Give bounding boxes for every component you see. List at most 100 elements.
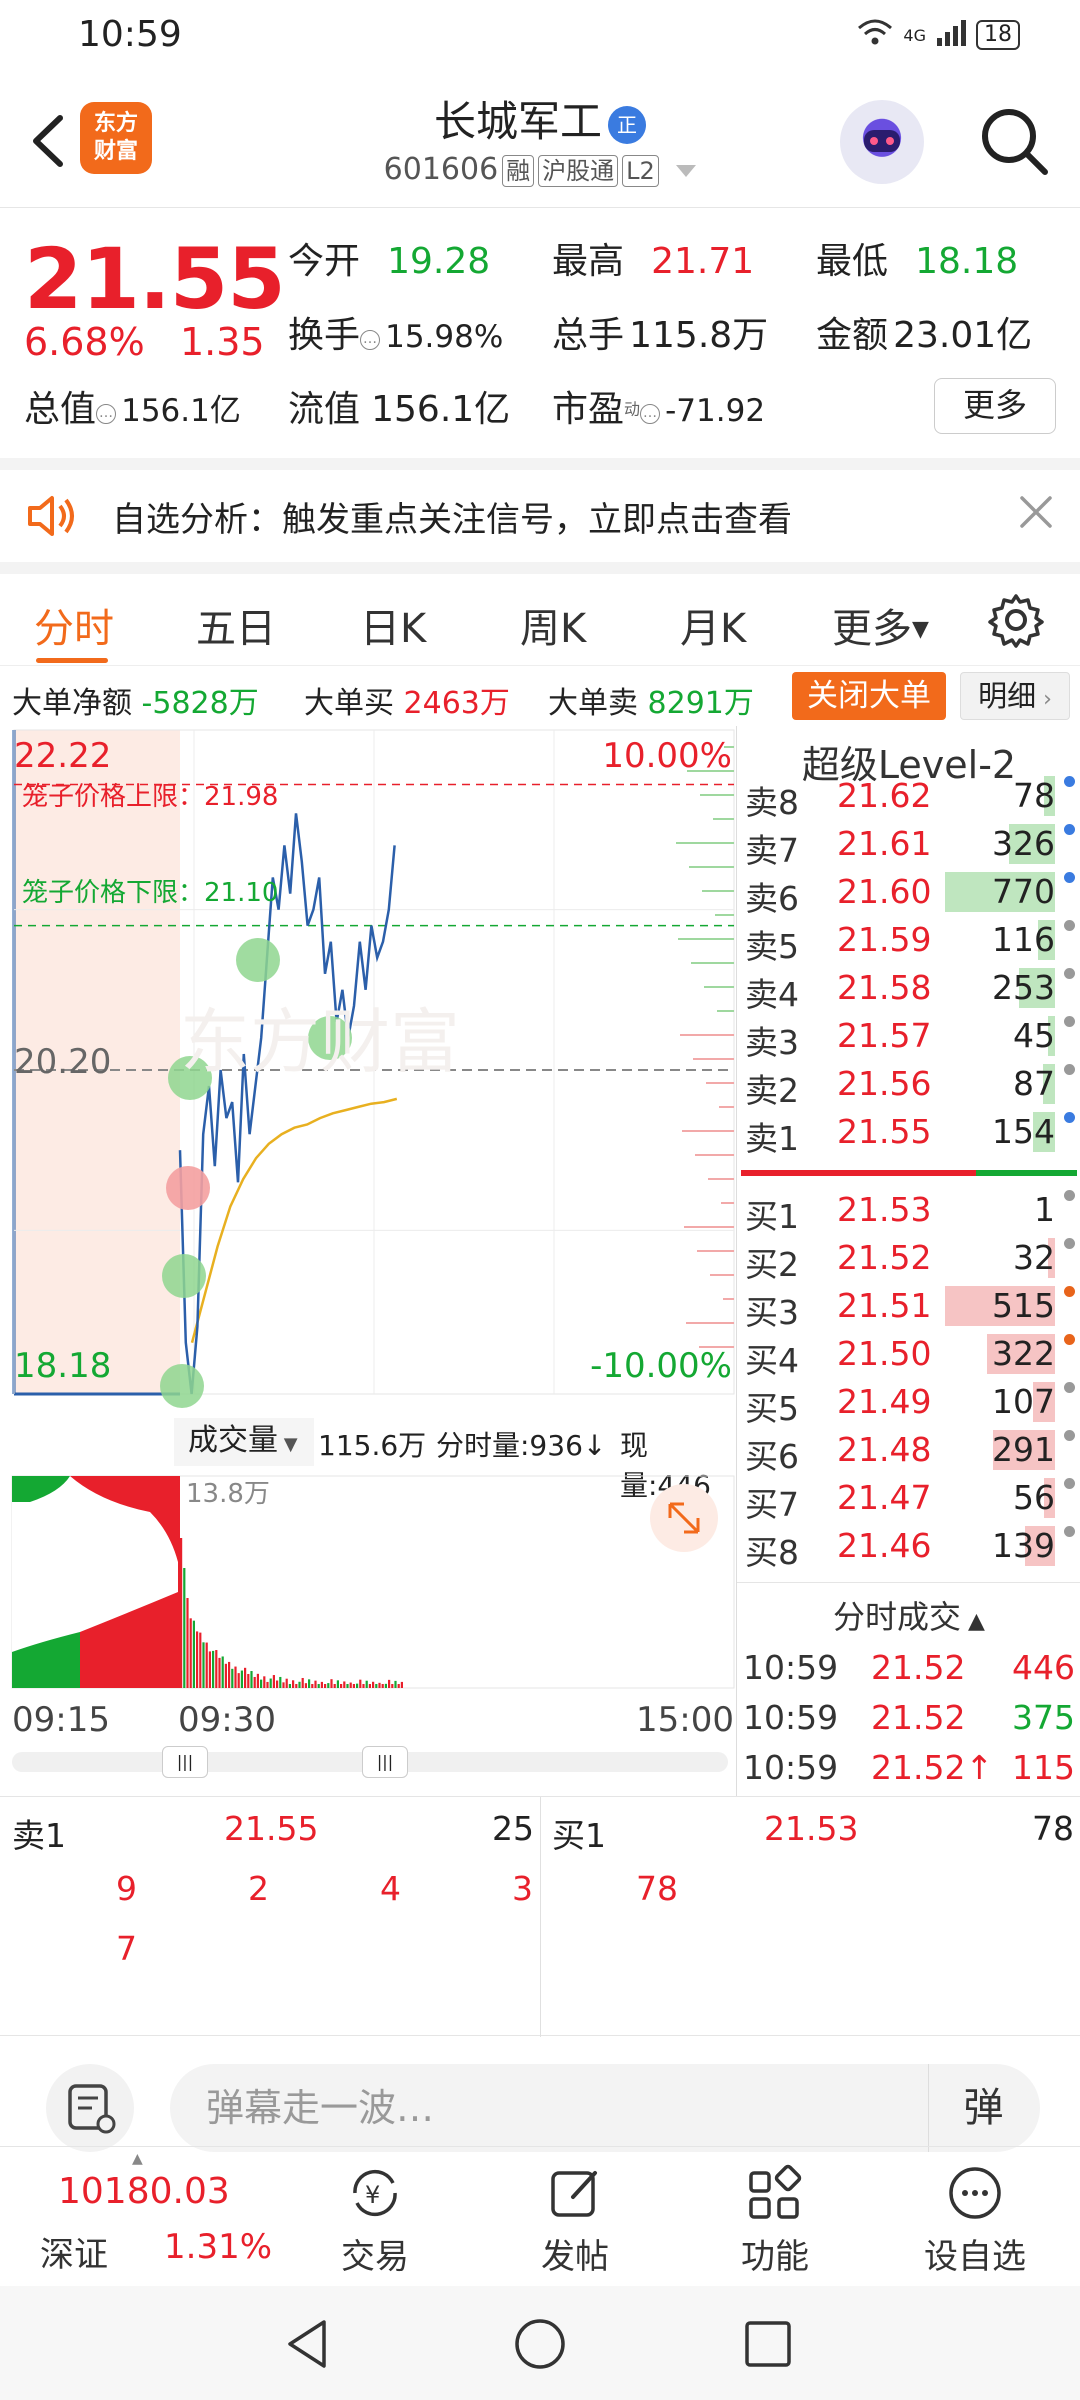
volume-bar [330,1679,333,1688]
intraday-chart[interactable]: 东方财富 22.22 10.00% 笼子价格上限：21.98 笼子价格下限：21… [0,726,736,1416]
ask-row[interactable]: 卖3 21.57 45 [737,1012,1080,1062]
bid-row[interactable]: 买8 21.46 139 [737,1522,1080,1572]
info-icon[interactable]: … [640,404,661,424]
nav-add-watchlist[interactable]: 设自选 [875,2147,1075,2287]
ask-row[interactable]: 卖4 21.58 253 [737,964,1080,1014]
volume-bar [205,1642,208,1688]
ask-row[interactable]: 卖5 21.59 116 [737,916,1080,966]
tab-more-label: 更多 [832,606,912,652]
info-icon[interactable]: … [360,330,381,350]
speaker-icon [24,488,80,544]
big-order-sell-label: 大单卖 [548,686,638,721]
signal-marker[interactable] [236,938,280,982]
search-icon[interactable] [975,102,1055,182]
volume-selector[interactable]: 成交量 ▼ [174,1418,314,1466]
bid-row[interactable]: 买3 21.51 515 [737,1282,1080,1332]
volume-bar [231,1668,234,1688]
tab-more[interactable]: 更多▼ [832,596,929,654]
depth-bar [678,938,734,940]
ask-row[interactable]: 卖6 21.60 770 [737,868,1080,918]
analysis-banner[interactable]: 自选分析：触发重点关注信号，立即点击查看 [0,458,1080,562]
volume-bar [237,1673,240,1688]
queue-divider [540,1797,541,2037]
big-order-net: 大单净额 -5828万 [12,678,259,722]
signal-marker[interactable] [166,1166,210,1210]
info-icon[interactable]: … [96,404,117,424]
volume-bar [388,1679,391,1688]
stock-name: 长城军工 [433,97,602,146]
dropdown-icon[interactable] [676,152,697,187]
nav-post[interactable]: 发帖 [475,2147,675,2287]
index-ticker[interactable]: ▲ 10180.03 深证 1.31% [0,2147,272,2287]
depth-bars [676,746,734,1348]
trades-title[interactable]: 分时成交 ▲ [737,1592,1080,1638]
bid-row[interactable]: 买6 21.48 291 [737,1426,1080,1476]
trade-price: 21.52 [871,1698,966,1737]
tab-daily-k[interactable]: 日K [360,596,426,654]
danmu-toggle-button[interactable]: 弹 [928,2064,1038,2152]
signal-marker[interactable] [162,1254,206,1298]
field-pe[interactable]: 市盈动… -71.92 [552,380,765,432]
system-recents-icon[interactable] [740,2316,796,2376]
caret-down-icon: ▼ [912,617,929,642]
slider-handle-right[interactable]: ||| [362,1746,408,1778]
big-order-buy-label: 大单买 [304,686,394,721]
field-turnover[interactable]: 换手… 15.98% [288,306,503,358]
ask-row[interactable]: 卖2 21.56 87 [737,1060,1080,1110]
bid-row[interactable]: 买4 21.50 322 [737,1330,1080,1380]
danmu-input[interactable]: 弹幕走一波… [170,2064,1040,2152]
buy1-label: 买1 [552,1816,606,1855]
slider-handle-left[interactable]: ||| [162,1746,208,1778]
field-value: 18.18 [915,241,1019,282]
sell1-label: 卖1 [12,1816,66,1855]
time-range-slider[interactable]: ||| ||| [12,1746,728,1778]
tab-intraday[interactable]: 分时 [34,596,114,654]
level2-panel: 超级Level-2 卖8 21.62 78 卖7 21.61 326 卖6 21.60 770 卖… [736,726,1080,1796]
volume-bar [202,1642,205,1688]
field-market-cap[interactable]: 总值… 156.1亿 [24,380,241,432]
detail-button[interactable]: 明细 › [960,672,1070,720]
pct-top-label: 10.00% [602,736,732,776]
nav-trade[interactable]: ¥ 交易 [275,2147,475,2287]
bid-row[interactable]: 买7 21.47 56 [737,1474,1080,1524]
depth-bar [676,842,734,844]
system-home-icon[interactable] [512,2316,568,2376]
trade-row: 10:59 21.52 375 [737,1694,1080,1744]
price-mid-label: 20.20 [14,1042,112,1082]
volume-bars [180,1538,403,1688]
system-back-icon[interactable] [280,2316,336,2376]
sell-queue-item: 7 [116,1929,137,1968]
ask-price: 21.57 [837,1016,932,1055]
ask-row[interactable]: 卖7 21.61 326 [737,820,1080,870]
field-value: 156.1亿 [121,393,241,429]
assistant-avatar[interactable] [840,100,924,184]
ask-level-label: 卖4 [745,975,799,1014]
bid-volume: 291 [992,1430,1055,1469]
nav-function[interactable]: 功能 [675,2147,875,2287]
bid-price: 21.49 [837,1382,932,1421]
signal-marker[interactable] [160,1364,204,1408]
ask-price: 21.58 [837,968,932,1007]
gear-icon[interactable] [988,592,1044,648]
trade-time: 10:59 [743,1648,839,1687]
tab-monthly-k[interactable]: 月K [680,596,746,654]
tab-five-day[interactable]: 五日 [196,596,276,654]
bid-row[interactable]: 买5 21.49 107 [737,1378,1080,1428]
bid-row[interactable]: 买2 21.52 32 [737,1234,1080,1284]
comment-list-icon[interactable] [46,2064,134,2152]
chart-tabs: 分时 五日 日K 周K 月K 更多▼ [0,562,1080,666]
bid-level-label: 买2 [745,1245,799,1284]
close-big-order-button[interactable]: 关闭大单 [792,672,946,720]
volume-bar [272,1675,275,1688]
ask-row[interactable]: 卖8 21.62 78 [737,772,1080,822]
status-time: 10:59 [78,14,182,55]
ask-row[interactable]: 卖1 21.55 154 [737,1108,1080,1158]
volume-bar [375,1684,378,1688]
tab-weekly-k[interactable]: 周K [520,596,586,654]
volume-bar [378,1682,381,1688]
more-button[interactable]: 更多 [934,378,1056,434]
banner-text: 自选分析：触发重点关注信号，立即点击查看 [112,500,792,540]
close-icon[interactable] [1016,492,1056,532]
tab-active-indicator [36,658,108,663]
bid-row[interactable]: 买1 21.53 1 [737,1186,1080,1236]
